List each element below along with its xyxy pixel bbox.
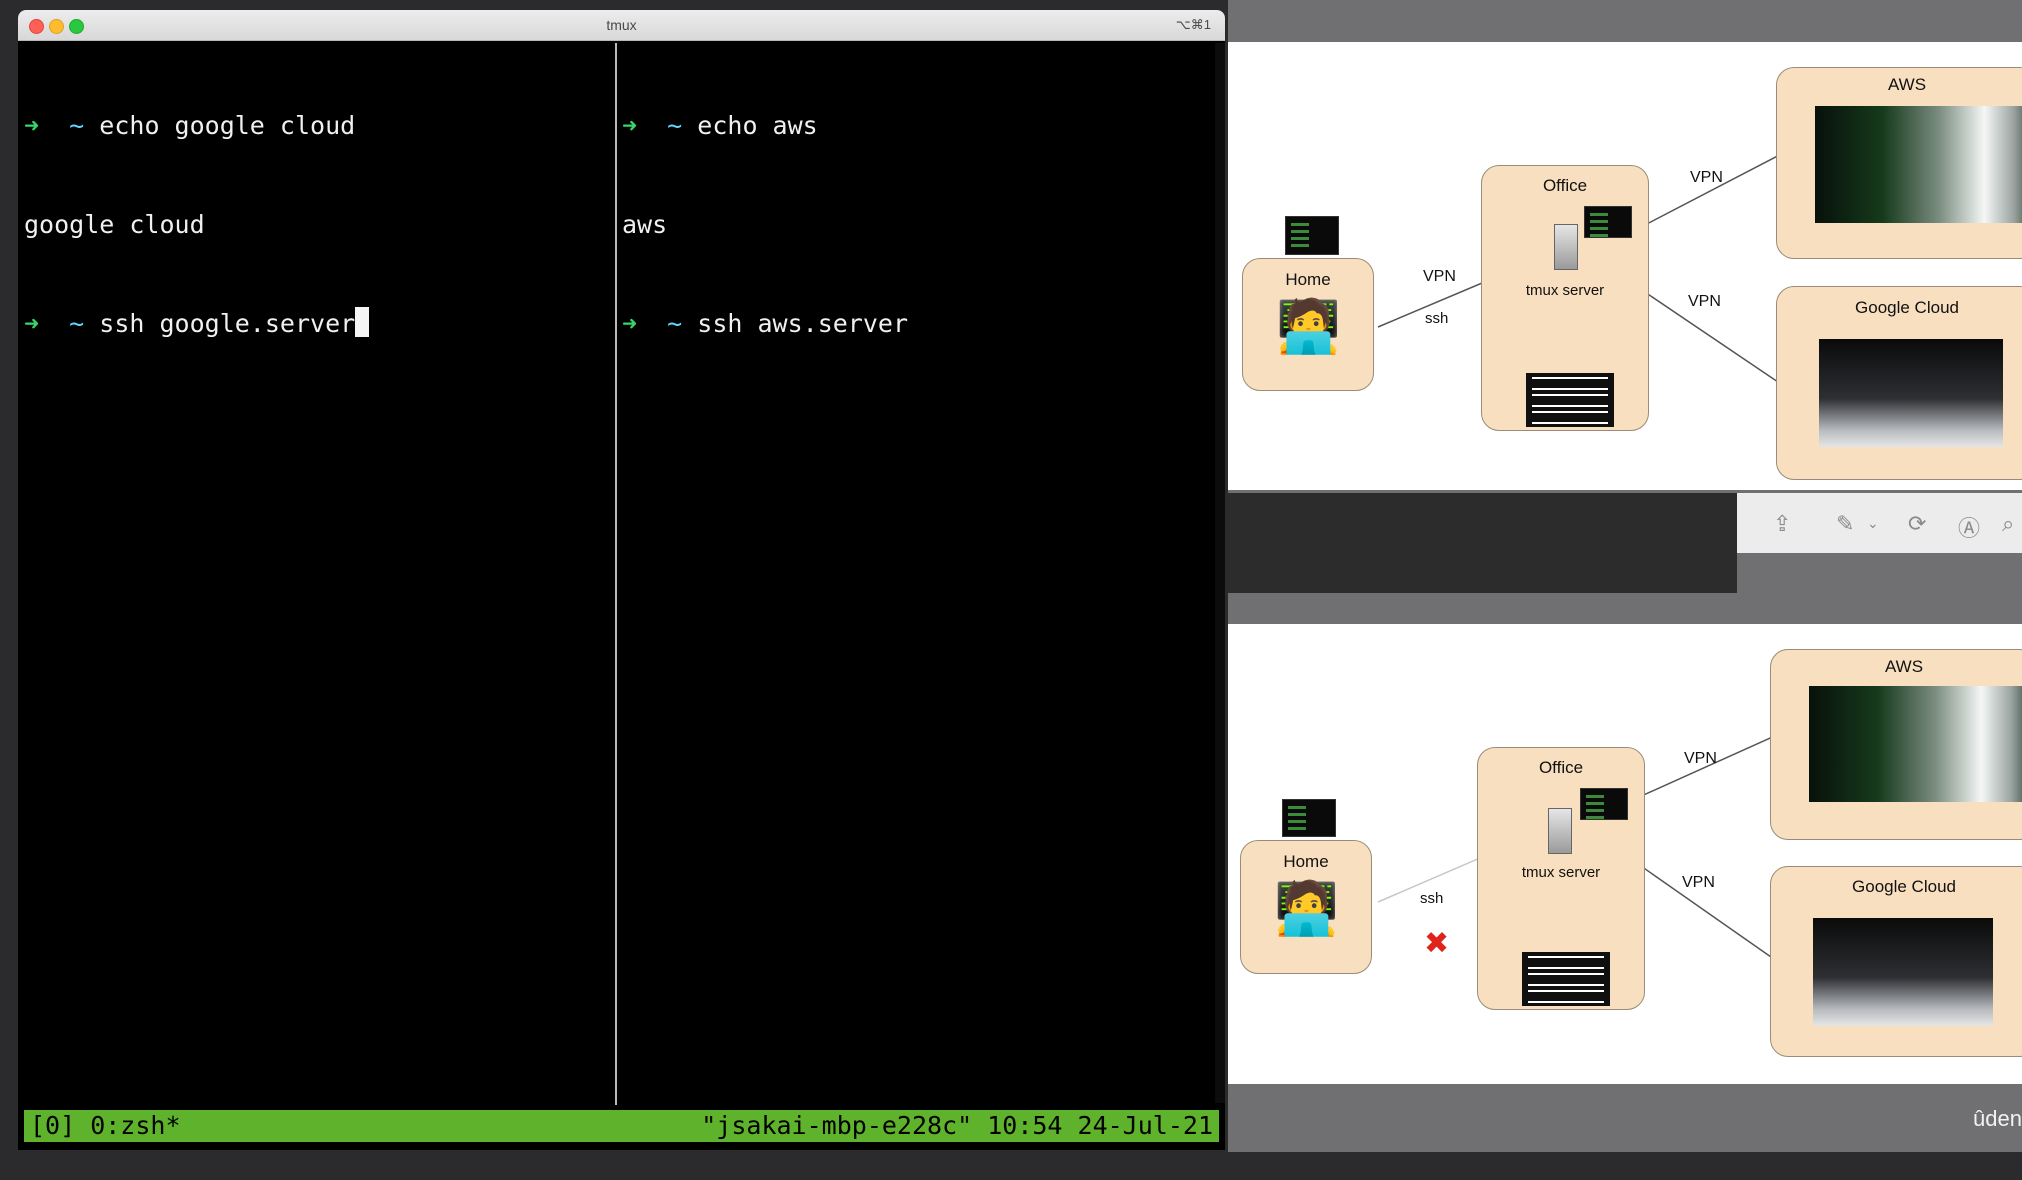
- slide-viewer[interactable]: Home 🧑‍💻 Office tmux server AWS Google C…: [1228, 0, 2022, 1152]
- prompt-arrow-icon: ➜: [622, 309, 638, 338]
- diagram-slide-bottom[interactable]: Home 🧑‍💻 Office tmux server AWS Google C…: [1228, 624, 2022, 1084]
- tmux-server-label: tmux server: [1525, 282, 1605, 299]
- tmux-pane-left[interactable]: ➜ ~ echo google cloud google cloud ➜ ~ s…: [24, 43, 614, 1104]
- monitor-icon: [1285, 216, 1339, 255]
- server-tower-icon: [1548, 808, 1572, 854]
- prompt-path: ~: [667, 111, 683, 140]
- prompt-arrow-icon: ➜: [622, 111, 638, 140]
- tmux-status-bar: [0] 0:zsh* "jsakai-mbp-e228c" 10:54 24-J…: [24, 1110, 1219, 1142]
- aws-label: AWS: [1887, 75, 1927, 94]
- person-at-desk-icon: 🧑‍💻: [1274, 880, 1339, 938]
- google-cloud-box: Google Cloud: [1770, 866, 2022, 1057]
- prompt-arrow-icon: ➜: [24, 111, 40, 140]
- home-box: Home 🧑‍💻: [1240, 840, 1372, 974]
- vpn-label: VPN: [1688, 293, 1721, 310]
- command-text: echo google cloud: [99, 111, 356, 140]
- server-rack-icon: [1522, 952, 1610, 1006]
- home-label: Home: [1283, 852, 1329, 871]
- terminal-line: ➜ ~ ssh aws.server: [622, 307, 1222, 340]
- ssh-label: ssh: [1425, 310, 1449, 327]
- datacenter-photo: [1813, 918, 1993, 1026]
- terminal-line: ➜ ~ ssh google.server: [24, 307, 614, 340]
- terminal-output-line: aws: [622, 210, 668, 239]
- terminal-window[interactable]: tmux ⌥⌘1 ➜ ~ echo google cloud google cl…: [18, 10, 1225, 1150]
- viewer-toolbar: ⇪ ✎ ⌄ ⟳ Ⓐ ⌕: [1737, 493, 2022, 553]
- person-at-desk-icon: 🧑‍💻: [1276, 298, 1341, 356]
- command-text: echo aws: [697, 111, 818, 140]
- broken-connection-icon: ✖: [1424, 927, 1450, 960]
- text-cursor: [355, 307, 370, 337]
- terminal-line: ➜ ~ echo aws: [622, 109, 1222, 142]
- chevron-down-icon[interactable]: ⌄: [1867, 515, 1879, 532]
- office-label: Office: [1538, 758, 1584, 777]
- google-cloud-box: Google Cloud: [1776, 286, 2022, 480]
- server-tower-icon: [1554, 224, 1578, 270]
- share-icon[interactable]: ⇪: [1773, 511, 1791, 537]
- datacenter-photo: [1815, 106, 2022, 223]
- diagram-slide-top[interactable]: Home 🧑‍💻 Office tmux server AWS Google C…: [1228, 42, 2022, 490]
- status-host-time: "jsakai-mbp-e228c" 10:54 24-Jul-21: [701, 1111, 1213, 1140]
- prompt-path: ~: [69, 309, 85, 338]
- status-session: [0] 0:zsh*: [30, 1111, 181, 1140]
- dark-overlay-panel: [1228, 493, 1737, 593]
- datacenter-photo: [1819, 339, 2003, 447]
- office-label: Office: [1542, 176, 1588, 195]
- google-cloud-label: Google Cloud: [1852, 877, 1956, 896]
- monitor-icon: [1282, 799, 1336, 837]
- aws-label: AWS: [1884, 657, 1924, 676]
- window-title: tmux: [606, 17, 637, 33]
- monitor-icon: [1580, 788, 1628, 820]
- command-text: ssh aws.server: [697, 309, 909, 338]
- tmux-server-label: tmux server: [1521, 864, 1601, 881]
- vpn-label: VPN: [1690, 169, 1723, 186]
- window-shortcut: ⌥⌘1: [1175, 17, 1211, 32]
- terminal-output-line: google cloud: [24, 210, 205, 239]
- office-box: Office tmux server: [1481, 165, 1649, 431]
- title-bar[interactable]: tmux ⌥⌘1: [18, 10, 1225, 41]
- command-text: ssh google.server: [99, 309, 356, 338]
- search-icon[interactable]: ⌕: [2002, 511, 2014, 537]
- server-rack-icon: [1526, 373, 1614, 427]
- terminal-line: ➜ ~ echo google cloud: [24, 109, 614, 142]
- pane-divider[interactable]: [615, 43, 617, 1105]
- tmux-pane-right[interactable]: ➜ ~ echo aws aws ➜ ~ ssh aws.server: [622, 43, 1222, 1104]
- markup-icon[interactable]: Ⓐ: [1958, 511, 1980, 543]
- home-box: Home 🧑‍💻: [1242, 258, 1374, 391]
- prompt-path: ~: [69, 111, 85, 140]
- home-label: Home: [1285, 270, 1331, 289]
- office-box: Office tmux server: [1477, 747, 1645, 1010]
- prompt-arrow-icon: ➜: [24, 309, 40, 338]
- ssh-label: ssh: [1420, 890, 1444, 907]
- vpn-label: VPN: [1423, 268, 1456, 285]
- rotate-icon[interactable]: ⟳: [1908, 511, 1926, 537]
- datacenter-photo: [1809, 686, 2022, 802]
- terminal-scrollbar[interactable]: [1215, 43, 1225, 1103]
- aws-box: AWS: [1776, 67, 2022, 259]
- prompt-path: ~: [667, 309, 683, 338]
- google-cloud-label: Google Cloud: [1855, 298, 1959, 317]
- pen-icon[interactable]: ✎: [1836, 511, 1854, 537]
- aws-box: AWS: [1770, 649, 2022, 840]
- watermark-logo: ûden: [1973, 1106, 2022, 1131]
- vpn-label: VPN: [1684, 750, 1717, 767]
- monitor-icon: [1584, 206, 1632, 238]
- vpn-label: VPN: [1682, 874, 1715, 891]
